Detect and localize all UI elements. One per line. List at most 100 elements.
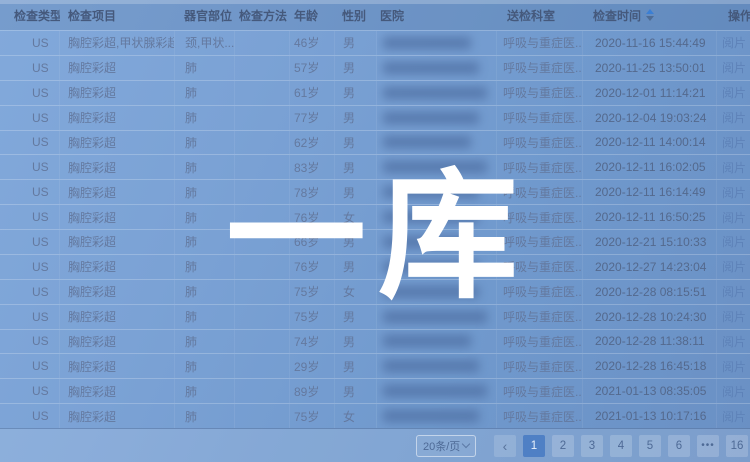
cell-organ: 肺 bbox=[175, 379, 235, 403]
cell-time: 2020-12-28 08:15:51 bbox=[583, 280, 717, 304]
cell-text: 男 bbox=[343, 184, 355, 201]
view-film-link[interactable]: 阅片 bbox=[722, 258, 746, 275]
cell-type: US bbox=[0, 81, 60, 105]
cell-age: 76岁 bbox=[290, 255, 335, 279]
cell-text: 46岁 bbox=[294, 34, 319, 51]
view-film-link[interactable]: 阅片 bbox=[722, 34, 746, 51]
page-ellipsis[interactable]: ••• bbox=[697, 435, 719, 457]
view-film-link[interactable]: 阅片 bbox=[722, 59, 746, 76]
cell-time: 2021-01-13 08:35:05 bbox=[583, 379, 717, 403]
sort-carets-icon[interactable] bbox=[646, 9, 654, 21]
cell-action: 阅片 bbox=[717, 81, 750, 105]
page-button-16[interactable]: 16 bbox=[726, 435, 748, 457]
table-row: US胸腔彩超,甲状腺彩超颈,甲状...46岁男呼吸与重症医...2020-11-… bbox=[0, 30, 750, 55]
cell-text: US bbox=[32, 359, 49, 373]
cell-organ: 颈,甲状... bbox=[175, 31, 235, 55]
cell-text: 75岁 bbox=[294, 408, 319, 425]
cell-method bbox=[235, 255, 290, 279]
cell-hospital bbox=[377, 205, 497, 229]
cell-item: 胸腔彩超 bbox=[60, 305, 175, 329]
cell-age: 75岁 bbox=[290, 404, 335, 428]
cell-type: US bbox=[0, 56, 60, 80]
redacted-hospital-text bbox=[383, 87, 487, 99]
cell-time: 2020-12-28 16:45:18 bbox=[583, 354, 717, 378]
page-button-4[interactable]: 4 bbox=[610, 435, 632, 457]
prev-page-button[interactable]: ‹ bbox=[494, 435, 516, 457]
cell-text: US bbox=[32, 160, 49, 174]
cell-text: 2021-01-13 10:17:16 bbox=[595, 409, 706, 423]
page-button-1[interactable]: 1 bbox=[523, 435, 545, 457]
cell-item: 胸腔彩超 bbox=[60, 280, 175, 304]
cell-text: 呼吸与重症医... bbox=[503, 383, 583, 400]
cell-gender: 女 bbox=[335, 205, 377, 229]
cell-organ: 肺 bbox=[175, 106, 235, 130]
cell-text: 男 bbox=[343, 233, 355, 250]
table-row: US胸腔彩超肺77岁男呼吸与重症医...2020-12-04 19:03:24阅… bbox=[0, 105, 750, 130]
column-header-label: 检查方法 bbox=[239, 7, 287, 24]
cell-text: US bbox=[32, 61, 49, 75]
page-button-2[interactable]: 2 bbox=[552, 435, 574, 457]
page-button-3[interactable]: 3 bbox=[581, 435, 603, 457]
cell-gender: 男 bbox=[335, 330, 377, 354]
view-film-link[interactable]: 阅片 bbox=[722, 159, 746, 176]
view-film-link[interactable]: 阅片 bbox=[722, 333, 746, 350]
redacted-hospital-text bbox=[383, 186, 479, 198]
cell-method bbox=[235, 31, 290, 55]
page-button-6[interactable]: 6 bbox=[668, 435, 690, 457]
view-film-link[interactable]: 阅片 bbox=[722, 408, 746, 425]
cell-organ: 肺 bbox=[175, 255, 235, 279]
cell-text: 肺 bbox=[185, 358, 197, 375]
cell-text: 男 bbox=[343, 383, 355, 400]
cell-text: 胸腔彩超 bbox=[68, 209, 116, 226]
cell-text: 2020-12-28 10:24:30 bbox=[595, 310, 706, 324]
table-header-row: 检查类型检查项目器官部位检查方法年龄性别医院送检科室检查时间操作 bbox=[0, 0, 750, 30]
cell-text: 2020-12-28 08:15:51 bbox=[595, 285, 706, 299]
cell-method bbox=[235, 155, 290, 179]
cell-age: 89岁 bbox=[290, 379, 335, 403]
cell-text: US bbox=[32, 86, 49, 100]
view-film-link[interactable]: 阅片 bbox=[722, 383, 746, 400]
view-film-link[interactable]: 阅片 bbox=[722, 308, 746, 325]
redacted-hospital-text bbox=[383, 360, 479, 372]
cell-text: 男 bbox=[343, 84, 355, 101]
view-film-link[interactable]: 阅片 bbox=[722, 358, 746, 375]
sort-ascending-icon bbox=[646, 9, 654, 14]
page-button-5[interactable]: 5 bbox=[639, 435, 661, 457]
redacted-hospital-text bbox=[383, 62, 479, 74]
view-film-link[interactable]: 阅片 bbox=[722, 233, 746, 250]
cell-text: 2020-12-11 16:50:25 bbox=[595, 210, 706, 224]
cell-organ: 肺 bbox=[175, 56, 235, 80]
cell-text: 男 bbox=[343, 258, 355, 275]
view-film-link[interactable]: 阅片 bbox=[722, 84, 746, 101]
cell-item: 胸腔彩超 bbox=[60, 131, 175, 155]
cell-time: 2020-12-28 11:38:11 bbox=[583, 330, 717, 354]
cell-dept: 呼吸与重症医... bbox=[497, 56, 583, 80]
cell-gender: 男 bbox=[335, 131, 377, 155]
column-header-type: 检查类型 bbox=[0, 7, 60, 24]
cell-text: 男 bbox=[343, 159, 355, 176]
cell-action: 阅片 bbox=[717, 155, 750, 179]
cell-hospital bbox=[377, 56, 497, 80]
cell-method bbox=[235, 354, 290, 378]
column-header-dept: 送检科室 bbox=[497, 7, 583, 24]
view-film-link[interactable]: 阅片 bbox=[722, 109, 746, 126]
view-film-link[interactable]: 阅片 bbox=[722, 209, 746, 226]
cell-item: 胸腔彩超 bbox=[60, 155, 175, 179]
cell-text: 呼吸与重症医... bbox=[503, 109, 583, 126]
column-header-time[interactable]: 检查时间 bbox=[583, 7, 717, 24]
column-header-organ: 器官部位 bbox=[175, 7, 235, 24]
cell-text: 呼吸与重症医... bbox=[503, 283, 583, 300]
column-header-item: 检查项目 bbox=[60, 7, 175, 24]
cell-age: 76岁 bbox=[290, 205, 335, 229]
view-film-link[interactable]: 阅片 bbox=[722, 184, 746, 201]
cell-text: 胸腔彩超 bbox=[68, 109, 116, 126]
cell-item: 胸腔彩超 bbox=[60, 81, 175, 105]
column-header-label: 性别 bbox=[342, 7, 366, 24]
view-film-link[interactable]: 阅片 bbox=[722, 283, 746, 300]
cell-text: 呼吸与重症医... bbox=[503, 184, 583, 201]
view-film-link[interactable]: 阅片 bbox=[722, 134, 746, 151]
column-header-label: 检查项目 bbox=[68, 7, 116, 24]
page-size-select[interactable]: 20条/页 bbox=[416, 435, 476, 457]
cell-method bbox=[235, 280, 290, 304]
chevron-down-icon bbox=[462, 440, 470, 448]
